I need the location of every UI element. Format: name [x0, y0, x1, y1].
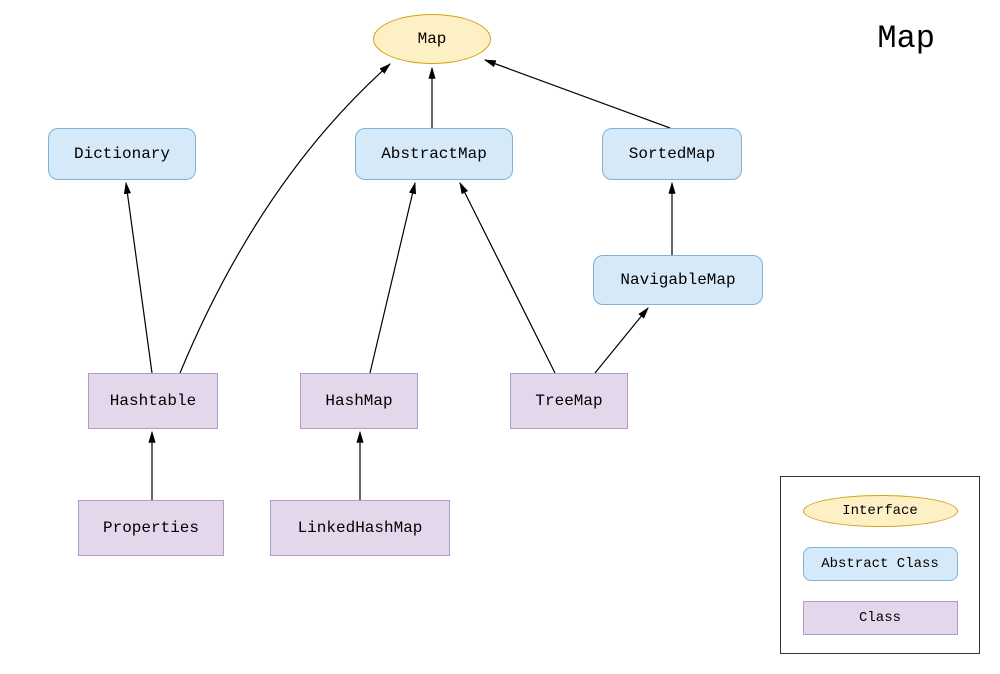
edge-treemap-abstractmap — [460, 183, 555, 373]
node-navigablemap: NavigableMap — [593, 255, 763, 305]
node-map-label: Map — [418, 30, 447, 48]
node-dictionary: Dictionary — [48, 128, 196, 180]
node-sortedmap: SortedMap — [602, 128, 742, 180]
node-hashtable-label: Hashtable — [110, 392, 196, 410]
node-abstractmap: AbstractMap — [355, 128, 513, 180]
node-hashtable: Hashtable — [88, 373, 218, 429]
node-properties-label: Properties — [103, 519, 199, 537]
edge-hashtable-dictionary — [126, 183, 152, 373]
node-map: Map — [373, 14, 491, 64]
edge-sortedmap-map — [485, 60, 670, 128]
node-linkedhashmap-label: LinkedHashMap — [298, 519, 423, 537]
legend: Interface Abstract Class Class — [780, 476, 980, 654]
node-treemap: TreeMap — [510, 373, 628, 429]
node-hashmap-label: HashMap — [325, 392, 392, 410]
edge-hashtable-map — [180, 64, 390, 373]
edge-hashmap-abstractmap — [370, 183, 415, 373]
legend-interface: Interface — [803, 495, 958, 527]
page-title: Map — [877, 20, 935, 57]
legend-class: Class — [803, 601, 958, 635]
legend-interface-label: Interface — [842, 503, 918, 519]
node-treemap-label: TreeMap — [535, 392, 602, 410]
edge-treemap-navigablemap — [595, 308, 648, 373]
legend-class-label: Class — [859, 610, 901, 626]
legend-abstract: Abstract Class — [803, 547, 958, 581]
legend-abstract-label: Abstract Class — [821, 556, 939, 572]
node-sortedmap-label: SortedMap — [629, 145, 715, 163]
node-abstractmap-label: AbstractMap — [381, 145, 487, 163]
node-hashmap: HashMap — [300, 373, 418, 429]
node-linkedhashmap: LinkedHashMap — [270, 500, 450, 556]
node-properties: Properties — [78, 500, 224, 556]
node-navigablemap-label: NavigableMap — [620, 271, 735, 289]
node-dictionary-label: Dictionary — [74, 145, 170, 163]
